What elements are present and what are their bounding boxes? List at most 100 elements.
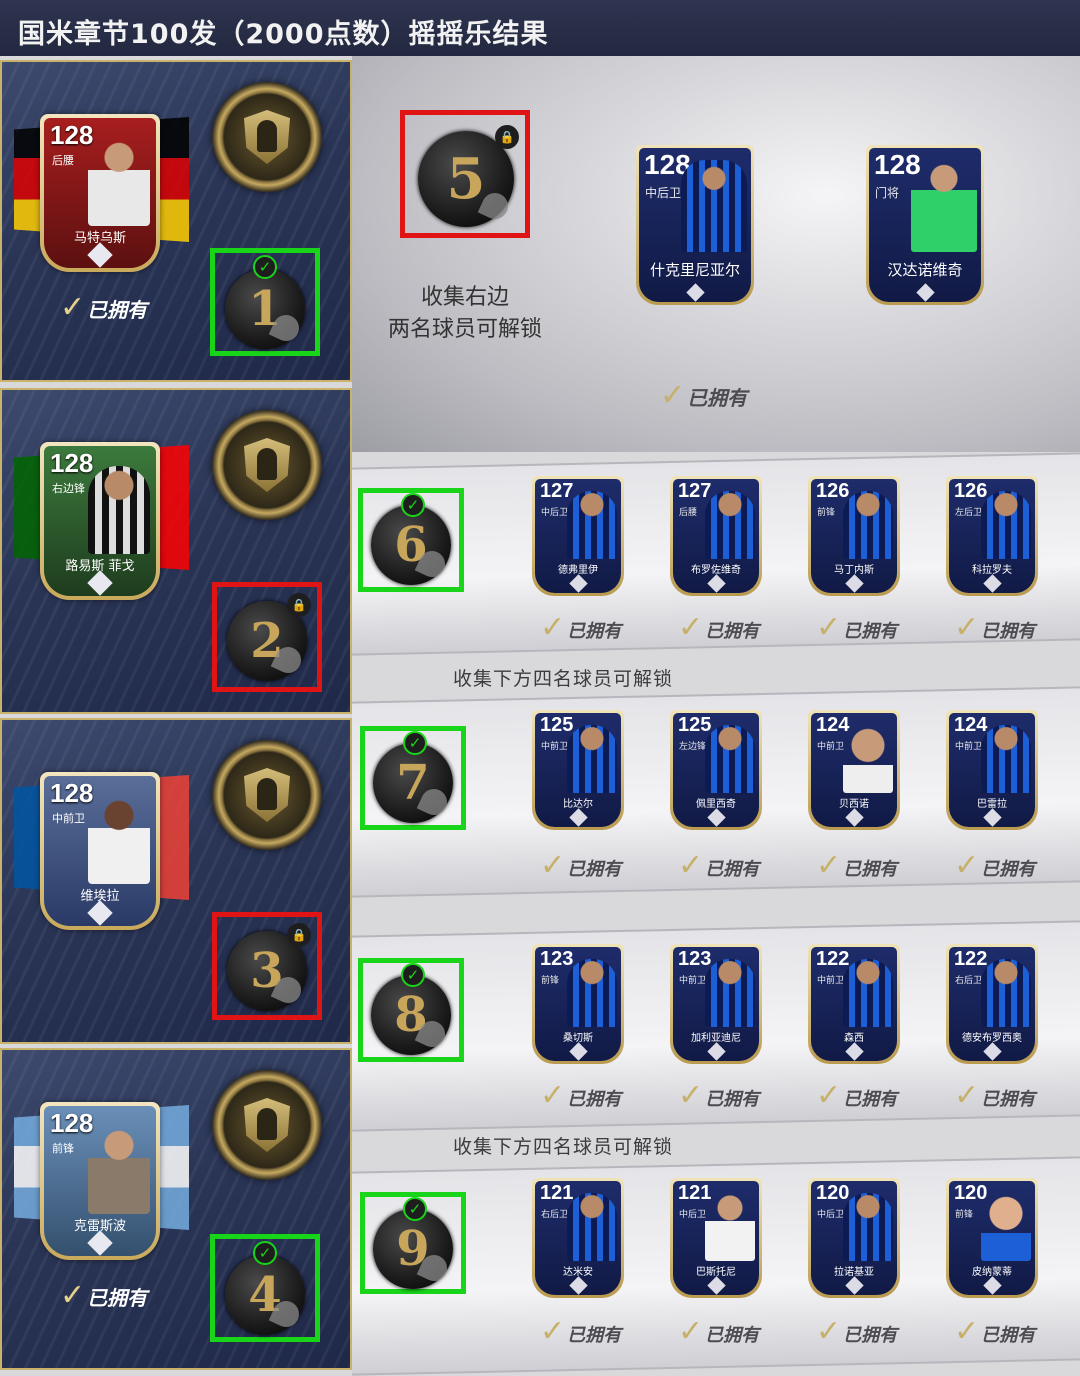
card-rating: 128 bbox=[50, 1108, 94, 1138]
player-portrait bbox=[705, 491, 755, 559]
owned-label: ✓ 已拥有 bbox=[816, 1314, 898, 1349]
diamond-emblem-icon bbox=[569, 1276, 588, 1295]
puzzle-piece-7[interactable]: 7 bbox=[373, 743, 453, 823]
player-card[interactable]: 125 左边锋 佩里西奇 bbox=[670, 710, 762, 830]
check-icon: ✓ bbox=[816, 610, 842, 645]
unlocked-box[interactable]: 4 ✓ bbox=[210, 1234, 320, 1342]
player-card[interactable]: 128 右边锋 路易斯 菲戈 bbox=[40, 442, 160, 600]
card-position: 中前卫 bbox=[52, 812, 85, 825]
player-card[interactable]: 123 中前卫 加利亚迪尼 bbox=[670, 944, 762, 1064]
diamond-emblem-icon bbox=[983, 1276, 1002, 1295]
check-icon: ✓ bbox=[540, 610, 566, 645]
diamond-emblem-icon bbox=[87, 1230, 113, 1256]
diamond-emblem-icon bbox=[87, 570, 113, 596]
locked-box[interactable]: 2 🔒 bbox=[212, 582, 322, 692]
shield-medal-icon bbox=[212, 740, 322, 850]
shield-medal-icon bbox=[212, 82, 322, 192]
diamond-emblem-icon bbox=[983, 1042, 1002, 1061]
check-icon: ✓ bbox=[660, 378, 686, 413]
player-portrait bbox=[981, 959, 1031, 1027]
check-icon: ✓ bbox=[60, 1278, 86, 1313]
icon-reward-panel-1[interactable]: 128 后腰 马特乌斯 ✓ 已拥有 1 ✓ bbox=[0, 60, 352, 382]
player-card[interactable]: 128 中前卫 维埃拉 bbox=[40, 772, 160, 930]
player-card[interactable]: 128 门将 汉达诺维奇 bbox=[866, 145, 984, 305]
player-portrait bbox=[843, 725, 893, 793]
card-rating: 128 bbox=[50, 120, 94, 150]
player-portrait bbox=[88, 796, 150, 884]
player-portrait bbox=[843, 959, 893, 1027]
locked-box[interactable]: 5 🔒 bbox=[400, 110, 530, 238]
player-card[interactable]: 120 中后卫 拉诺基亚 bbox=[808, 1178, 900, 1298]
check-icon: ✓ bbox=[816, 1314, 842, 1349]
player-card[interactable]: 128 中后卫 什克里尼亚尔 bbox=[636, 145, 754, 305]
card-position: 后腰 bbox=[52, 154, 74, 167]
check-badge-icon: ✓ bbox=[253, 255, 277, 279]
owned-label: ✓ 已拥有 bbox=[60, 290, 148, 325]
card-rating: 128 bbox=[50, 778, 94, 808]
player-card[interactable]: 125 中前卫 比达尔 bbox=[532, 710, 624, 830]
unlocked-box[interactable]: 8 ✓ bbox=[358, 958, 464, 1062]
check-icon: ✓ bbox=[816, 848, 842, 883]
check-icon: ✓ bbox=[954, 610, 980, 645]
check-icon: ✓ bbox=[678, 848, 704, 883]
puzzle-piece-8[interactable]: 8 bbox=[371, 975, 451, 1055]
diamond-emblem-icon bbox=[87, 242, 113, 268]
player-card[interactable]: 123 前锋 桑切斯 bbox=[532, 944, 624, 1064]
card-rating: 128 bbox=[50, 448, 94, 478]
player-card[interactable]: 122 右后卫 德安布罗西奥 bbox=[946, 944, 1038, 1064]
card-name: 汉达诺维奇 bbox=[887, 261, 963, 279]
locked-box[interactable]: 3 🔒 bbox=[212, 912, 322, 1020]
unlocked-box[interactable]: 1 ✓ bbox=[210, 248, 320, 356]
puzzle-piece-1[interactable]: 1 bbox=[225, 269, 305, 349]
owned-label: ✓ 已拥有 bbox=[540, 1078, 622, 1113]
owned-label: ✓ 已拥有 bbox=[678, 848, 760, 883]
puzzle-piece-9[interactable]: 9 bbox=[373, 1209, 453, 1289]
player-card[interactable]: 127 中后卫 德弗里伊 bbox=[532, 476, 624, 596]
player-portrait bbox=[705, 725, 755, 793]
owned-label: ✓ 已拥有 bbox=[540, 848, 622, 883]
diamond-emblem-icon bbox=[845, 574, 864, 593]
player-portrait bbox=[843, 1193, 893, 1261]
player-card[interactable]: 126 左后卫 科拉罗夫 bbox=[946, 476, 1038, 596]
player-card[interactable]: 127 后腰 布罗佐维奇 bbox=[670, 476, 762, 596]
icon-reward-panel-3[interactable]: 128 中前卫 维埃拉 3 🔒 bbox=[0, 718, 352, 1044]
player-card[interactable]: 126 前锋 马丁内斯 bbox=[808, 476, 900, 596]
unlocked-box[interactable]: 9 ✓ bbox=[360, 1192, 466, 1294]
owned-label: ✓ 已拥有 bbox=[678, 610, 760, 645]
owned-label: ✓ 已拥有 bbox=[678, 1078, 760, 1113]
player-card[interactable]: 120 前锋 皮纳蒙蒂 bbox=[946, 1178, 1038, 1298]
player-card[interactable]: 128 前锋 克雷斯波 bbox=[40, 1102, 160, 1260]
player-card[interactable]: 122 中前卫 森西 bbox=[808, 944, 900, 1064]
owned-label: ✓ 已拥有 bbox=[540, 1314, 622, 1349]
lock-icon: 🔒 bbox=[495, 125, 519, 149]
player-card[interactable]: 121 右后卫 达米安 bbox=[532, 1178, 624, 1298]
player-card[interactable]: 121 中后卫 巴斯托尼 bbox=[670, 1178, 762, 1298]
owned-label: ✓ 已拥有 bbox=[954, 848, 1036, 883]
check-icon: ✓ bbox=[816, 1078, 842, 1113]
unlocked-box[interactable]: 7 ✓ bbox=[360, 726, 466, 830]
diamond-emblem-icon bbox=[983, 574, 1002, 593]
player-portrait bbox=[681, 160, 747, 252]
owned-label: ✓ 已拥有 bbox=[660, 378, 748, 413]
check-badge-icon: ✓ bbox=[403, 1197, 427, 1221]
owned-label: ✓ 已拥有 bbox=[954, 610, 1036, 645]
check-icon: ✓ bbox=[540, 1078, 566, 1113]
player-card[interactable]: 124 中前卫 贝西诺 bbox=[808, 710, 900, 830]
player-portrait bbox=[88, 138, 150, 226]
diamond-emblem-icon bbox=[845, 1276, 864, 1295]
puzzle-piece-4[interactable]: 4 bbox=[225, 1255, 305, 1335]
check-icon: ✓ bbox=[678, 610, 704, 645]
player-portrait bbox=[567, 1193, 617, 1261]
check-icon: ✓ bbox=[678, 1314, 704, 1349]
player-card[interactable]: 124 中前卫 巴雷拉 bbox=[946, 710, 1038, 830]
diamond-emblem-icon bbox=[916, 283, 935, 302]
shield-medal-icon bbox=[212, 410, 322, 520]
player-portrait bbox=[567, 491, 617, 559]
unlocked-box[interactable]: 6 ✓ bbox=[358, 488, 464, 592]
puzzle-piece-6[interactable]: 6 bbox=[371, 505, 451, 585]
owned-label: ✓ 已拥有 bbox=[954, 1314, 1036, 1349]
player-card[interactable]: 128 后腰 马特乌斯 bbox=[40, 114, 160, 272]
icon-reward-panel-2[interactable]: 128 右边锋 路易斯 菲戈 2 🔒 bbox=[0, 388, 352, 714]
check-icon: ✓ bbox=[540, 1314, 566, 1349]
icon-reward-panel-4[interactable]: 128 前锋 克雷斯波 ✓ 已拥有 4 ✓ bbox=[0, 1048, 352, 1370]
